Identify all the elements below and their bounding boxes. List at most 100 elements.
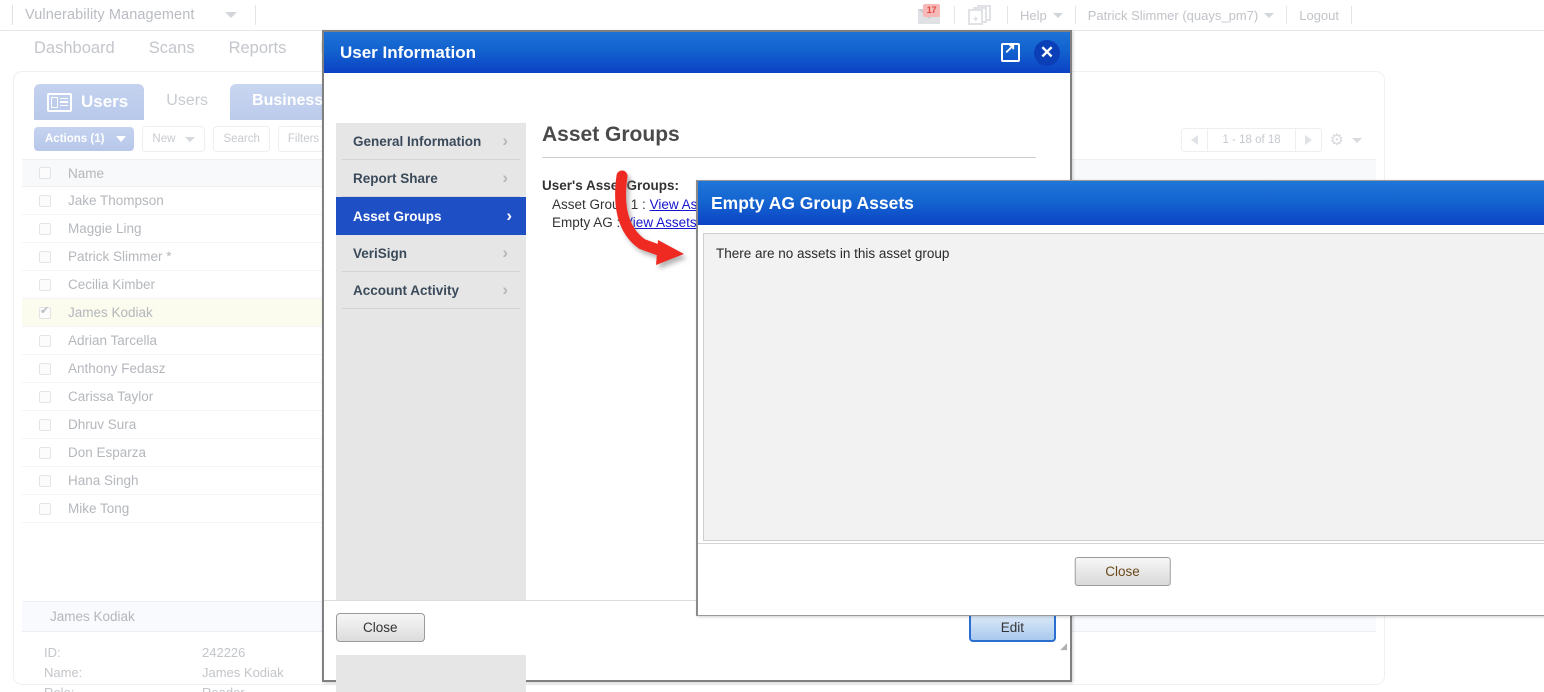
id-card-icon xyxy=(47,92,72,112)
detail-field-value: James Kodiak xyxy=(202,664,284,680)
select-all-checkbox[interactable] xyxy=(22,167,68,179)
edit-button[interactable]: Edit xyxy=(968,613,1056,642)
detail-field-value: 242226 xyxy=(202,644,246,660)
checkbox-icon xyxy=(39,502,51,515)
checkbox-icon xyxy=(39,474,51,487)
user-information-title: User Information xyxy=(340,42,477,62)
chevron-right-icon xyxy=(1304,135,1312,145)
top-bar-right: 17 ✦ Help Patrick Slimmer (quays_pm7) Lo… xyxy=(916,0,1544,31)
checkbox-icon xyxy=(39,334,51,347)
next-page-button[interactable] xyxy=(1294,129,1321,151)
page-title-label: Users xyxy=(81,92,129,111)
dialog-menu-item-verisign[interactable]: VeriSign › xyxy=(342,235,520,272)
view-assets-link-2[interactable]: View Assets xyxy=(624,215,697,230)
user-menu[interactable]: Patrick Slimmer (quays_pm7) xyxy=(1088,8,1275,23)
close-button[interactable]: Close xyxy=(336,613,425,642)
divider xyxy=(1074,6,1076,24)
close-icon[interactable]: ✕ xyxy=(1034,39,1060,66)
logout-link[interactable]: Logout xyxy=(1299,8,1339,23)
page-range-label: 1 - 18 of 18 xyxy=(1222,134,1281,146)
list-toolbar: Actions (1) New Search Filters xyxy=(34,126,350,152)
user-information-titlebar: User Information ✕ xyxy=(324,32,1070,73)
divider xyxy=(1351,6,1352,24)
chevron-down-icon xyxy=(1052,12,1063,18)
row-checkbox[interactable] xyxy=(22,362,68,375)
dialog-menu-item-label: Report Share xyxy=(353,170,438,186)
nav-item-reports[interactable]: Reports xyxy=(229,39,287,58)
actions-button[interactable]: Actions (1) xyxy=(34,127,135,151)
chevron-down-icon xyxy=(116,136,127,142)
checkbox-icon xyxy=(39,418,51,431)
checkbox-icon xyxy=(39,390,51,403)
checkbox-icon xyxy=(39,446,51,459)
asset-groups-heading: Asset Groups xyxy=(542,123,1036,158)
row-checkbox[interactable] xyxy=(22,390,68,403)
filters-label: Filters xyxy=(287,133,320,145)
pagination: 1 - 18 of 18 ⚙ xyxy=(1181,128,1362,152)
chevron-down-icon xyxy=(224,12,237,18)
checkbox-icon xyxy=(39,278,51,291)
id-card-lines xyxy=(60,97,68,107)
detail-panel: ID:242226Name:James KodiakRole:ReaderBus… xyxy=(44,642,284,692)
mail-badge-count: 17 xyxy=(922,4,940,17)
dialog-menu-item-label: VeriSign xyxy=(353,245,408,261)
chevron-down-icon xyxy=(1264,12,1275,18)
nav-item-scans[interactable]: Scans xyxy=(149,39,195,58)
dialog-menu-item-general-information[interactable]: General Information › xyxy=(342,123,520,160)
asset-group-message-area: There are no assets in this asset group xyxy=(703,233,1544,541)
asset-group-name: Asset Group 1 : xyxy=(552,196,646,212)
checkbox-icon xyxy=(39,304,51,319)
tab-users[interactable]: Users xyxy=(144,84,231,120)
pagination-box: 1 - 18 of 18 xyxy=(1181,128,1322,152)
asset-group-titlebar: Empty AG Group Assets xyxy=(698,181,1544,225)
checkbox-icon xyxy=(39,167,51,179)
cards-icon[interactable]: ✦ xyxy=(967,4,995,26)
dialog-menu-item-label: Asset Groups xyxy=(353,208,442,224)
module-selector[interactable]: Vulnerability Management xyxy=(12,5,237,25)
dialog-menu-item-label: General Information xyxy=(353,133,482,149)
top-bar: Vulnerability Management 17 ✦ Help Patri… xyxy=(0,0,1544,31)
detail-field-label: Role: xyxy=(44,684,75,692)
dialog-menu-item-account-activity[interactable]: Account Activity › xyxy=(342,272,520,309)
gear-icon[interactable]: ⚙ xyxy=(1330,130,1344,150)
row-checkbox[interactable] xyxy=(22,502,68,515)
search-label: Search xyxy=(223,133,260,145)
row-checkbox[interactable] xyxy=(22,222,68,235)
divider xyxy=(1286,6,1288,24)
mail-icon[interactable]: 17 xyxy=(916,4,942,26)
asset-group-footer: Close xyxy=(698,543,1544,615)
previous-page-button[interactable] xyxy=(1182,129,1209,151)
row-checkbox[interactable] xyxy=(22,474,68,487)
row-checkbox[interactable] xyxy=(22,194,68,207)
id-card-face xyxy=(51,96,58,108)
divider xyxy=(254,5,256,25)
chevron-down-icon[interactable] xyxy=(1352,137,1362,143)
new-label: New xyxy=(152,133,176,145)
row-checkbox[interactable] xyxy=(22,304,68,319)
chevron-down-icon xyxy=(185,136,196,142)
row-checkbox[interactable] xyxy=(22,446,68,459)
divider xyxy=(953,6,955,24)
new-button[interactable]: New xyxy=(142,126,206,152)
page-title: Users xyxy=(34,84,145,120)
popout-icon[interactable] xyxy=(1001,40,1020,62)
detail-field-label: ID: xyxy=(44,644,61,660)
row-checkbox[interactable] xyxy=(22,278,68,291)
asset-group-close-button[interactable]: Close xyxy=(1074,557,1171,586)
nav-item-dashboard[interactable]: Dashboard xyxy=(34,39,115,58)
checkbox-icon xyxy=(39,194,51,207)
chevron-right-icon: › xyxy=(502,243,508,262)
checkbox-icon xyxy=(39,362,51,375)
star-icon: ✦ xyxy=(971,14,980,24)
row-checkbox[interactable] xyxy=(22,418,68,431)
row-checkbox[interactable] xyxy=(22,334,68,347)
chevron-left-icon xyxy=(1191,135,1199,145)
row-checkbox[interactable] xyxy=(22,250,68,263)
resize-grip[interactable]: ◢ xyxy=(1060,641,1067,652)
module-name: Vulnerability Management xyxy=(25,7,195,23)
dialog-menu-item-report-share[interactable]: Report Share › xyxy=(342,160,520,197)
help-menu[interactable]: Help xyxy=(1020,8,1063,23)
chevron-right-icon: › xyxy=(502,280,508,299)
search-button[interactable]: Search xyxy=(213,126,270,152)
dialog-menu-item-asset-groups[interactable]: Asset Groups › xyxy=(336,197,526,235)
